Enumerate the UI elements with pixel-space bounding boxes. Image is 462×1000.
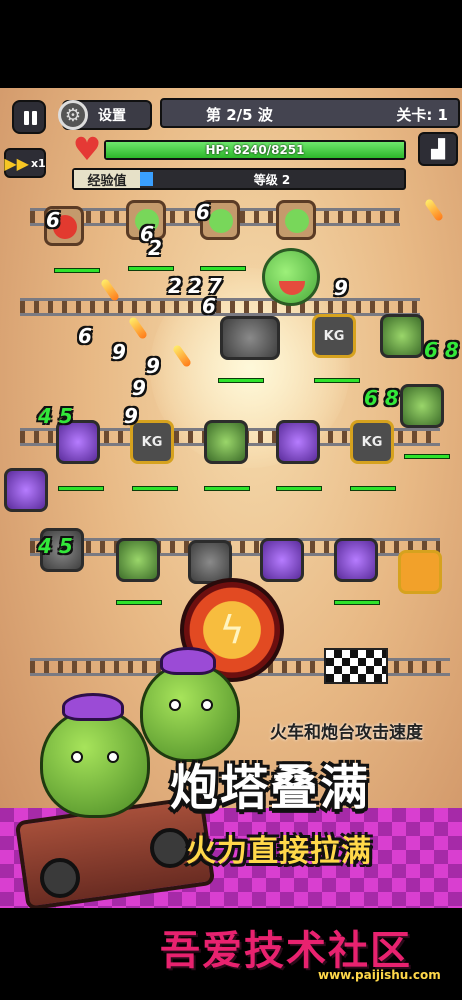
stats-chart-button[interactable]: ▟: [418, 132, 458, 166]
projectile-spark: [127, 315, 149, 341]
goblin-character: [140, 647, 240, 762]
damage-number: 6: [202, 294, 216, 318]
purple-turret: [276, 420, 320, 464]
cannon-turret: [380, 314, 424, 358]
goblin-eye: [169, 699, 181, 711]
heart-icon: ♥: [72, 130, 102, 168]
side-turret: [400, 384, 444, 428]
promo-title: 炮塔叠满: [170, 760, 371, 816]
exp-bar: 经验值 等级 2: [72, 168, 406, 190]
hp-bar: HP: 8240/8251: [104, 140, 406, 160]
wave-panel: 第 2/5 波 关卡: 1: [160, 98, 460, 128]
damage-number: 9: [124, 404, 138, 428]
damage-number: 9: [146, 354, 160, 378]
game-screen: ⚙ 设置 第 2/5 波 关卡: 1 ▶▶ x1 ▟ ♥ HP: 8240/825…: [0, 88, 462, 908]
promo-subtitle: 火力直接拉满: [186, 834, 372, 869]
exp-level-text: 等级 2: [253, 172, 291, 187]
kg-weight-car: KG: [312, 314, 356, 358]
kg-label: KG: [141, 434, 163, 450]
train-cannon-car: [220, 316, 280, 360]
settings-label: 设置: [98, 108, 126, 124]
gear-icon: ⚙: [58, 100, 88, 130]
damage-number: 6: [46, 208, 60, 232]
rail-track: [20, 298, 420, 316]
goblin-eye: [71, 751, 83, 763]
watermark-url: www.paijishu.com: [318, 968, 441, 982]
hp-text: HP: 8240/8251: [205, 143, 305, 157]
artillery-turret: [116, 538, 160, 582]
kg-label: KG: [323, 328, 345, 344]
speed-tip-text: 火车和炮台攻击速度: [270, 723, 423, 743]
damage-number: 9: [112, 340, 126, 364]
health-bar: [350, 486, 396, 491]
damage-number: 2: [168, 274, 182, 298]
kg-label: KG: [361, 434, 383, 450]
purple-train-car: [334, 538, 378, 582]
damage-number: 9: [132, 376, 146, 400]
goblin-hair: [61, 693, 125, 721]
bar-chart-icon: ▟: [431, 138, 445, 160]
damage-number: 6: [78, 324, 92, 348]
goblin-eye: [201, 699, 213, 711]
goblin-character: [40, 693, 150, 818]
speed-button[interactable]: ▶▶ x1: [4, 148, 46, 178]
wave-counter: 第 2/5 波: [206, 106, 273, 124]
enemy-train-car: [276, 200, 316, 240]
speed-label: x1: [30, 156, 46, 170]
health-bar: [58, 486, 104, 491]
green-turret: [204, 420, 248, 464]
side-turret: [4, 468, 48, 512]
health-bar: [132, 486, 178, 491]
health-bar: [404, 454, 450, 459]
pause-button[interactable]: [12, 100, 46, 134]
health-bar: [128, 266, 174, 271]
health-bar: [276, 486, 322, 491]
cart-wheel: [40, 858, 80, 898]
kg-weight-car: KG: [350, 420, 394, 464]
health-bar: [116, 600, 162, 605]
projectile-spark: [423, 197, 445, 223]
health-bar: [54, 268, 100, 273]
damage-number: 4 5: [38, 534, 73, 558]
damage-number: 2: [148, 236, 162, 260]
exp-label: 经验值: [74, 170, 140, 189]
damage-number: 6: [196, 200, 210, 224]
goblin-hair: [159, 647, 217, 675]
health-bar: [314, 378, 360, 383]
health-bar: [200, 266, 246, 271]
goblin-enemy: [262, 248, 320, 306]
damage-number: 4 5: [38, 404, 73, 428]
damage-number: 2: [188, 274, 202, 298]
damage-number: 6 8: [364, 386, 399, 410]
goblin-eye: [107, 751, 119, 763]
finish-line-flag: [324, 648, 388, 684]
health-bar: [334, 600, 380, 605]
health-bar: [204, 486, 250, 491]
fast-forward-icon: ▶▶: [4, 153, 29, 173]
health-bar: [218, 378, 264, 383]
damage-number: 9: [334, 276, 348, 300]
artillery-turret: [260, 538, 304, 582]
damage-number: 6 8: [424, 338, 459, 362]
rail-track: [30, 538, 440, 556]
cart-wheel: [150, 828, 190, 868]
level-indicator: 关卡: 1: [396, 106, 448, 124]
settings-button[interactable]: ⚙ 设置: [58, 100, 152, 130]
gold-crate-car: [398, 550, 442, 594]
